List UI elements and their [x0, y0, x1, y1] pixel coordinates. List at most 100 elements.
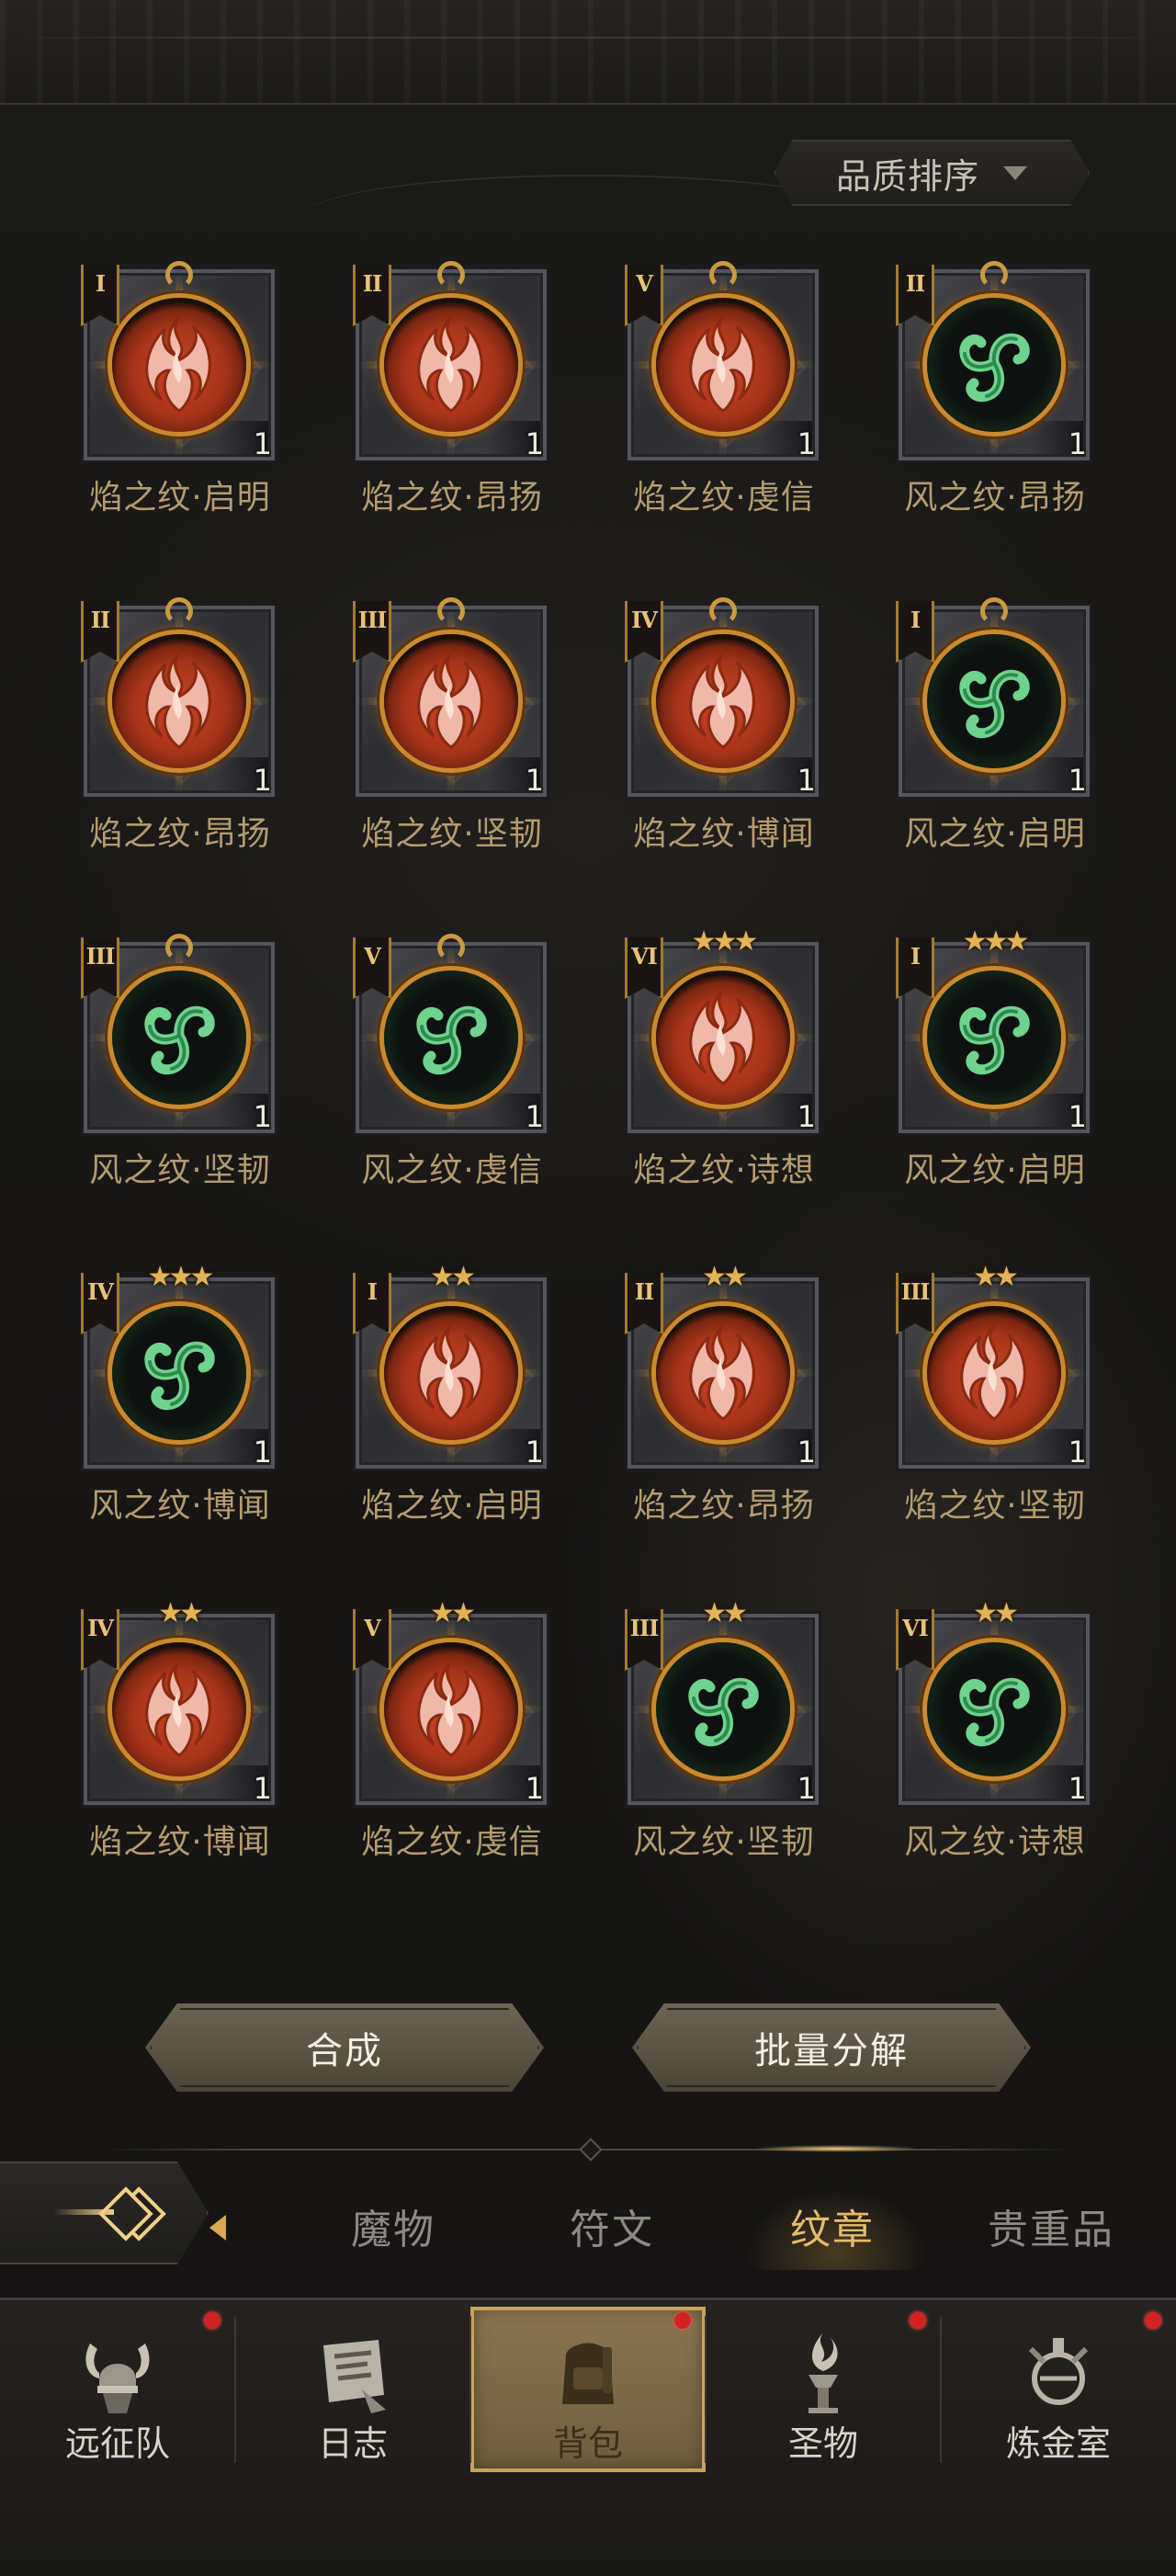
emblem-item[interactable]: I 1 焰之纹·启明	[51, 261, 281, 542]
emblem-item[interactable]: ★★ V 1 焰之纹·虔信	[323, 1600, 553, 1887]
item-quantity: 1	[525, 1771, 544, 1806]
nav-item-expedition[interactable]: 远征队	[0, 2307, 235, 2472]
item-name: 风之纹·博闻	[89, 1487, 271, 1525]
rank-numeral: IV	[87, 1615, 114, 1641]
flame-emblem-icon	[112, 634, 246, 768]
item-name: 焰之纹·虔信	[633, 479, 815, 516]
star-rating-icon: ★★	[158, 1597, 204, 1629]
nav-item-alchemy[interactable]: 炼金室	[941, 2307, 1176, 2472]
emblem-item[interactable]: ★★★ VI 1 焰之纹·诗想	[595, 928, 825, 1215]
emblem-item[interactable]: II 1 风之纹·昂扬	[866, 261, 1096, 542]
emblem-card: II 1	[353, 261, 549, 463]
nav-label: 炼金室	[1005, 2423, 1111, 2464]
rank-numeral: III	[85, 943, 116, 970]
flame-emblem-icon	[927, 1306, 1061, 1440]
rank-numeral: II	[362, 270, 382, 297]
emblem-item[interactable]: III 1 风之纹·坚韧	[51, 934, 281, 1215]
flame-emblem-icon	[384, 634, 518, 768]
emblem-item[interactable]: ★★ III 1 焰之纹·坚韧	[866, 1264, 1096, 1550]
pendant-hook-icon	[437, 597, 465, 625]
compose-button[interactable]: 合成	[145, 2003, 544, 2092]
item-name: 风之纹·坚韧	[633, 1823, 815, 1861]
pendant-hook-icon	[980, 261, 1008, 289]
nav-item-backpack[interactable]: 背包	[470, 2307, 706, 2472]
emblem-item[interactable]: ★★★ I 1 风之纹·启明	[866, 928, 1096, 1215]
nav-item-journal[interactable]: 日志	[235, 2307, 470, 2472]
emblem-item[interactable]: V 1 焰之纹·虔信	[595, 261, 825, 542]
flame-emblem-icon	[384, 298, 518, 432]
emblem-item[interactable]: III 1 焰之纹·坚韧	[323, 597, 553, 879]
rank-numeral: II	[90, 607, 110, 633]
emblem-item[interactable]: ★★ III 1 风之纹·坚韧	[595, 1600, 825, 1887]
rank-numeral: IV	[631, 607, 658, 633]
rank-badge: I	[81, 265, 119, 326]
flame-emblem-icon	[656, 970, 790, 1105]
rank-numeral: I	[910, 943, 921, 970]
rank-badge: I	[896, 601, 934, 663]
top-ornament-border	[0, 0, 1176, 105]
flame-emblem-icon	[656, 1306, 790, 1440]
item-quantity: 1	[253, 763, 272, 798]
flame-emblem-icon	[656, 298, 790, 432]
emblem-item[interactable]: ★★ IV 1 焰之纹·博闻	[51, 1600, 281, 1887]
item-quantity: 1	[525, 1435, 544, 1470]
emblem-item[interactable]: V 1 风之纹·虔信	[323, 934, 553, 1215]
item-quantity: 1	[1068, 1435, 1087, 1470]
tab-monsters[interactable]: 魔物	[301, 2196, 485, 2255]
nav-separator	[469, 2316, 471, 2463]
viking-helmet-icon	[72, 2325, 164, 2417]
flame-emblem-icon	[112, 1642, 246, 1776]
caret-down-icon	[1003, 165, 1027, 180]
item-quantity: 1	[797, 763, 816, 798]
star-rating-icon: ★★	[702, 1597, 748, 1629]
rank-numeral: III	[629, 1615, 660, 1641]
star-rating-icon: ★★	[702, 1261, 748, 1293]
rank-numeral: IV	[87, 1278, 114, 1305]
emblem-item[interactable]: IV 1 焰之纹·博闻	[595, 597, 825, 879]
nav-separator	[234, 2316, 236, 2463]
relic-torch-icon	[777, 2325, 869, 2417]
item-quantity: 1	[253, 1099, 272, 1134]
rank-numeral: III	[357, 607, 388, 633]
pendant-hook-icon	[980, 597, 1008, 625]
emblem-card: V1	[625, 261, 821, 463]
collapse-panel-button[interactable]	[0, 2162, 209, 2264]
emblem-card: ★★★ IV 1	[81, 1264, 277, 1471]
item-name: 风之纹·诗想	[904, 1823, 1086, 1861]
tab-valuables[interactable]: 贵重品	[959, 2196, 1143, 2255]
emblem-item[interactable]: ★★ II 1 焰之纹·昂扬	[595, 1264, 825, 1550]
star-rating-icon: ★★	[973, 1597, 1019, 1629]
rank-numeral: VI	[631, 943, 658, 970]
item-quantity: 1	[1068, 426, 1087, 461]
emblem-item[interactable]: ★★ VI 1 风之纹·诗想	[866, 1600, 1096, 1887]
emblem-card: ★★ VI 1	[896, 1600, 1092, 1808]
emblem-item[interactable]: II 1 焰之纹·昂扬	[51, 597, 281, 879]
emblem-card: ★★ I 1	[353, 1264, 549, 1471]
item-name: 焰之纹·昂扬	[633, 1487, 815, 1525]
rank-numeral: I	[367, 1278, 378, 1305]
pendant-hook-icon	[437, 934, 465, 961]
wind-triskele-icon	[112, 1306, 246, 1440]
batch-decompose-button[interactable]: 批量分解	[632, 2003, 1031, 2092]
item-quantity: 1	[1068, 1099, 1087, 1134]
rank-badge: IV	[625, 601, 663, 663]
rank-badge: IV	[81, 1273, 119, 1334]
rank-numeral: I	[910, 607, 921, 633]
wind-triskele-icon	[927, 1642, 1061, 1776]
emblem-item[interactable]: II 1 焰之纹·昂扬	[323, 261, 553, 542]
emblem-item[interactable]: ★★★ IV 1 风之纹·博闻	[51, 1264, 281, 1550]
rank-badge: II	[81, 601, 119, 663]
nav-item-relics[interactable]: 圣物	[706, 2307, 941, 2472]
sort-quality-dropdown[interactable]: 品质排序	[774, 140, 1090, 206]
item-quantity: 1	[797, 426, 816, 461]
emblem-item[interactable]: ★★ I 1 焰之纹·启明	[323, 1264, 553, 1550]
tab-scroll-left-icon[interactable]	[209, 2215, 226, 2241]
compose-button-label: 合成	[306, 2030, 383, 2072]
emblem-item[interactable]: I 1 风之纹·启明	[866, 597, 1096, 879]
pendant-hook-icon	[437, 261, 465, 289]
tab-runes[interactable]: 符文	[520, 2196, 704, 2255]
tab-emblems[interactable]: 纹章	[741, 2196, 924, 2255]
pendant-hook-icon	[165, 934, 193, 961]
item-name: 焰之纹·坚韧	[904, 1487, 1086, 1525]
rank-badge: I	[353, 1273, 391, 1334]
